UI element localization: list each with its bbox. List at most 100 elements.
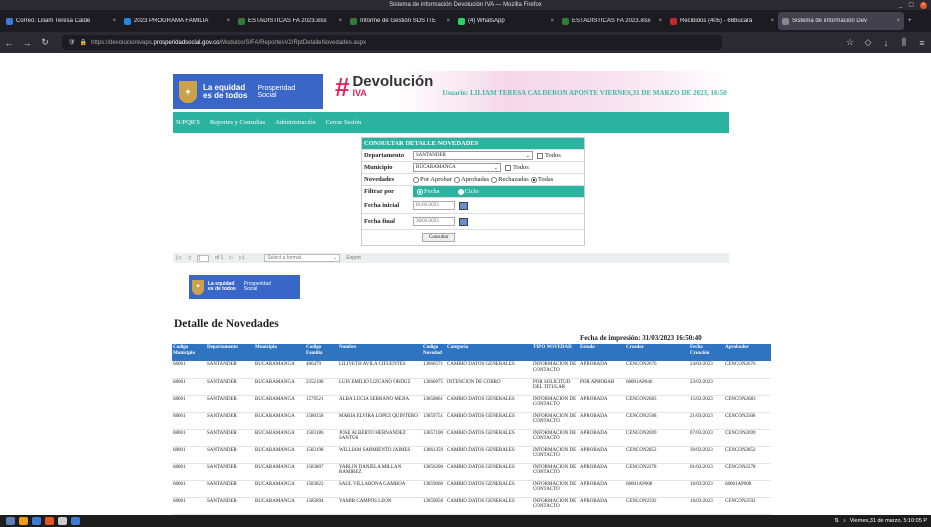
calendar-icon[interactable] (459, 217, 468, 226)
table-cell: 13857100 (422, 429, 446, 447)
table-cell: YARLIN DANIELA MILLAN RAMIREZ (338, 463, 422, 481)
table-row: 68001 SANTANDER BUCARAMANGA 1580158 MARIA EL… (172, 412, 771, 430)
menu-item[interactable]: Reportes y Consultas (210, 119, 265, 126)
radio-aprobadas[interactable]: Aprobadas (453, 176, 489, 183)
close-tab-icon[interactable]: × (446, 18, 450, 24)
table-cell: CAMBIO DATOS GENERALES (446, 395, 532, 413)
report-title: Detalle de Novedades (174, 318, 279, 330)
user-info: Usuario: LILIAM TERESA CALDERON APONTE V… (442, 89, 727, 97)
reload-icon[interactable]: ↻ (36, 37, 54, 48)
radio-todas[interactable]: Todas (530, 176, 553, 183)
tab-favicon-icon (562, 17, 569, 25)
table-cell: YAMIR CAMPOS LEON (338, 497, 422, 515)
table-cell: BUCARAMANGA (254, 395, 305, 413)
fecha-inicial-input[interactable]: 01/03/2023 (413, 201, 455, 210)
pocket-icon[interactable]: ◇ (859, 37, 877, 48)
table-cell: BUCARAMANGA (254, 378, 305, 396)
column-header: Categoria (446, 344, 532, 361)
table-cell: 13860571 (422, 361, 446, 379)
table-body: 68001 SANTANDER BUCARAMANGA 486479 LILIVETH … (172, 361, 771, 515)
back-icon[interactable]: ← (0, 38, 18, 48)
close-tab-icon[interactable]: × (338, 18, 342, 24)
table-cell: 13859751 (422, 412, 446, 430)
page-input[interactable]: 1 (197, 254, 210, 262)
browser-tab[interactable]: (4) WhatsApp × (454, 12, 558, 30)
settings-icon[interactable] (71, 517, 80, 525)
browser-tab[interactable]: Sistema de información Dev × (778, 12, 904, 30)
table-cell: APROBADA (579, 361, 625, 379)
table-cell: CAMBIO DATOS GENERALES (446, 497, 532, 515)
radio-por-aprobar[interactable]: Por Aprobar (413, 176, 452, 183)
tab-favicon-icon (6, 17, 13, 25)
text-editor-icon[interactable] (58, 517, 67, 525)
novedades-label: Novedades (364, 176, 394, 183)
municipio-select[interactable]: BUCARAMANGA ⌄ (413, 163, 501, 172)
menu-item[interactable]: Administración (275, 119, 315, 126)
departamento-select[interactable]: SANTANDER ⌄ (413, 151, 533, 160)
last-page-icon[interactable]: ▷| (239, 255, 244, 261)
table-cell: SANTANDER (206, 361, 254, 379)
word-icon[interactable] (32, 517, 41, 525)
export-link[interactable]: Export (346, 255, 360, 261)
volume-icon[interactable]: ♪ (843, 518, 846, 524)
radio-fecha[interactable]: Fecha (417, 188, 440, 195)
novedades-table: Codigo Municipio Departamento Municipio Cod… (172, 344, 771, 515)
forward-icon[interactable]: → (18, 38, 36, 48)
first-page-icon[interactable]: |◁ (176, 255, 181, 261)
minimize-icon[interactable]: _ (899, 0, 902, 10)
table-cell: APROBADA (579, 463, 625, 481)
close-tab-icon[interactable]: × (226, 18, 230, 24)
url-text: https://devolucionivaps.prosperidadsocia… (91, 39, 367, 46)
close-icon[interactable]: × (920, 1, 927, 9)
close-tab-icon[interactable]: × (770, 18, 774, 24)
menu-item[interactable]: N/PQR'S (176, 119, 200, 126)
url-bar[interactable]: 🛡 🔒 https://devolucionivaps.prosperidads… (62, 35, 722, 50)
radio-rechazadas[interactable]: Rechazadas (491, 176, 529, 183)
browser-tab[interactable]: 2023 PROGRAMA FAMILIA × (120, 12, 234, 30)
dev-title: Devolución (352, 73, 434, 90)
municipio-todos[interactable]: Todos (505, 164, 529, 171)
firefox-icon[interactable] (45, 517, 54, 525)
network-icon[interactable]: ⇅ (834, 518, 839, 524)
taskbar: ⇅ ♪ Viernes,31 de marzo, 5:10:05 P (0, 515, 931, 527)
new-tab-button[interactable]: + (904, 12, 916, 30)
table-header: Codigo Municipio Departamento Municipio Cod… (172, 344, 771, 361)
fecha-final-input[interactable]: 30/03/2023 (413, 217, 455, 226)
table-cell: LILIVETH AVILA CIFUENTES (338, 361, 422, 379)
format-select[interactable]: Select a format ⌄ (264, 254, 341, 262)
table-cell: 1583807 (305, 463, 338, 481)
departamento-todos[interactable]: Todos (537, 152, 561, 159)
table-cell: 1580158 (305, 412, 338, 430)
table-cell: 13860075 (422, 378, 446, 396)
close-tab-icon[interactable]: × (896, 18, 900, 24)
close-tab-icon[interactable]: × (658, 18, 662, 24)
table-cell: WILLIAM SARMIENTO JAIMES (338, 446, 422, 464)
star-icon[interactable]: ☆ (841, 37, 859, 48)
calendar-icon[interactable] (459, 201, 468, 210)
browser-tab[interactable]: ESTADISTICAS FA 2023.xlsx × (234, 12, 346, 30)
nav-toolbar: ← → ↻ 🛡 🔒 https://devolucionivaps.prospe… (0, 32, 931, 53)
clock[interactable]: Viernes,31 de marzo, 5:10:05 P (850, 518, 927, 524)
radio-ciclo[interactable]: Ciclo (457, 188, 479, 195)
consultar-button[interactable]: Consultar (422, 233, 456, 242)
browser-tab[interactable]: Informe de Gestión SDS ITE × (346, 12, 454, 30)
maximize-icon[interactable]: ▢ (908, 0, 914, 10)
browser-tab[interactable]: Recibidos (405) - 68bucara × (666, 12, 778, 30)
menu-icon[interactable]: ≡ (913, 38, 931, 48)
table-cell: BUCARAMANGA (254, 412, 305, 430)
table-row: 68001 SANTANDER BUCARAMANGA 1583822 SAUL VIL… (172, 480, 771, 498)
close-tab-icon[interactable]: × (550, 18, 554, 24)
browser-tab[interactable]: ESTADISTICAS FA 2023.xlsx × (558, 12, 666, 30)
apps-icon[interactable] (6, 517, 15, 525)
menu-item[interactable]: Cerrar Sesión (326, 119, 362, 126)
browser-tab[interactable]: Correo: Liliam Teresa Calde × (2, 12, 120, 30)
next-page-icon[interactable]: ▷ (229, 255, 233, 261)
close-tab-icon[interactable]: × (112, 18, 116, 24)
files-icon[interactable] (19, 517, 28, 525)
column-header: Codigo Familia (305, 344, 338, 361)
download-icon[interactable]: ↓ (877, 38, 895, 48)
prev-page-icon[interactable]: ◁ (187, 255, 191, 261)
column-header: TIPO NOVEDAD (532, 344, 579, 361)
table-cell: 68001 (172, 361, 206, 379)
library-icon[interactable]: ⫼ (895, 37, 913, 48)
